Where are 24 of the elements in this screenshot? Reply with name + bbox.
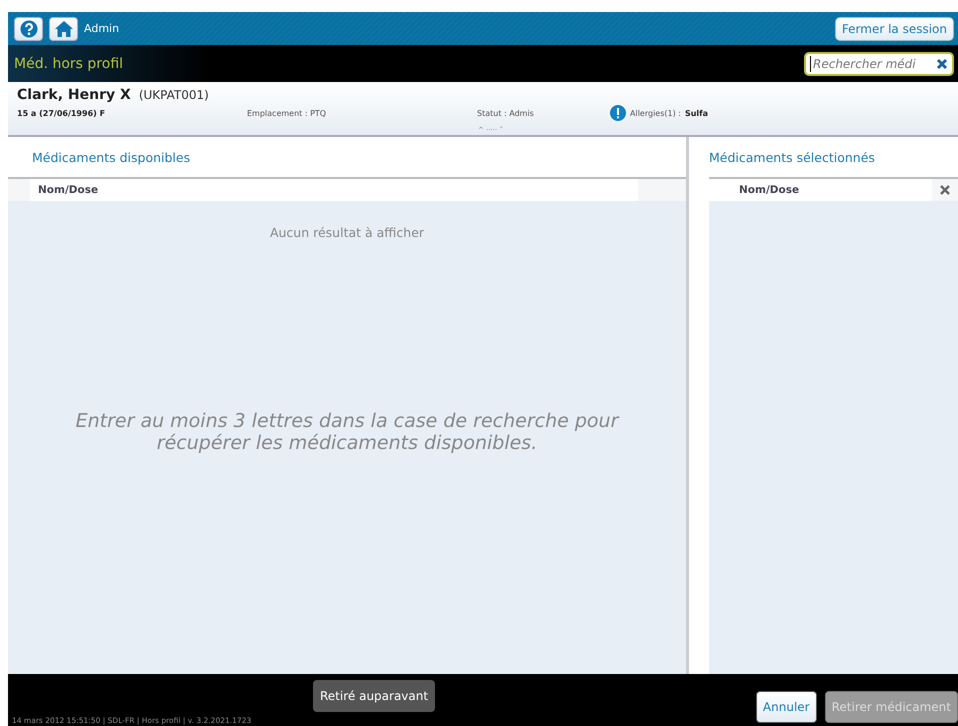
patient-id: (UKPAT001) [138, 88, 209, 102]
patient-age: 15 a (27/06/1996) F [17, 108, 106, 118]
previously-withdrawn-button[interactable]: Retiré auparavant [313, 680, 436, 712]
cancel-button[interactable]: Annuler [756, 691, 817, 723]
clear-icon[interactable] [936, 58, 948, 70]
home-icon [54, 20, 72, 36]
patient-status: Statut : Admis [477, 108, 535, 118]
user-name: Admin [84, 22, 120, 35]
column-header: Nom/Dose [709, 179, 932, 201]
help-icon [20, 20, 38, 38]
page-title: Méd. hors profil [14, 56, 124, 72]
help-button[interactable] [14, 16, 43, 40]
patient-location: Emplacement : PTQ [247, 108, 328, 118]
logout-button[interactable]: Fermer la session [834, 16, 954, 40]
column-header: Nom/Dose [30, 179, 638, 201]
alert-icon [610, 105, 626, 121]
close-icon[interactable] [940, 185, 950, 195]
search-field[interactable]: Rechercher médi [804, 52, 954, 76]
search-hint: Entrer au moins 3 lettres dans la case de recherche pour récupérer les médicaments disponibles. [74, 410, 620, 454]
no-results-text: Aucun résultat à afficher [268, 225, 426, 240]
allergies-label: Allergies(1) : [630, 108, 681, 118]
allergies-value: Sulfa [684, 108, 708, 118]
patient-name: Clark, Henry X [17, 87, 131, 103]
home-button[interactable] [49, 16, 78, 40]
